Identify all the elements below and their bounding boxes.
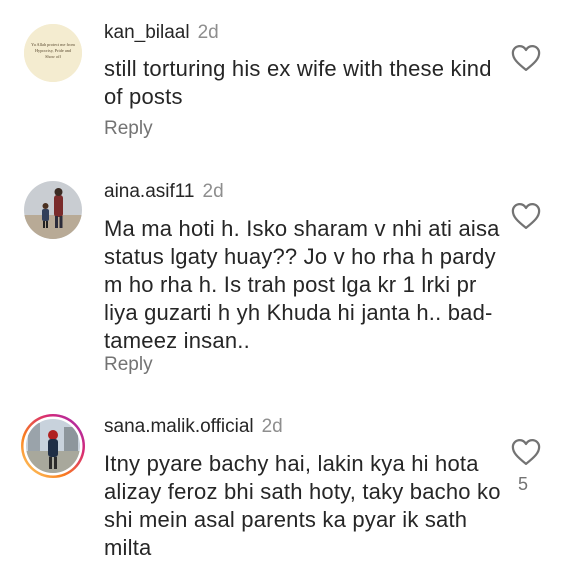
- username[interactable]: aina.asif11: [104, 181, 195, 202]
- username[interactable]: kan_bilaal: [104, 22, 190, 43]
- comment-text: Ma ma hoti h. Isko sharam v nhi ati aisa…: [104, 216, 500, 353]
- heart-outline-icon[interactable]: [511, 44, 541, 72]
- svg-text:Ya Allah protect me from: Ya Allah protect me from: [31, 42, 75, 47]
- comment-meta: kan_bilaal 2d: [104, 22, 219, 44]
- comment-meta: sana.malik.official 2d: [104, 416, 283, 438]
- username[interactable]: sana.malik.official: [104, 416, 254, 437]
- avatar[interactable]: Ya Allah protect me from Hypocrisy, Prid…: [24, 24, 82, 82]
- avatar[interactable]: [24, 181, 82, 239]
- comment-text: Itny pyare bachy hai, lakin kya hi hota …: [104, 451, 501, 560]
- reply-button[interactable]: Reply: [104, 354, 153, 376]
- avatar-story-ring[interactable]: [20, 413, 86, 479]
- timestamp: 2d: [261, 416, 283, 437]
- svg-text:Show off: Show off: [45, 54, 61, 59]
- like-count: 5: [518, 474, 529, 494]
- reply-button[interactable]: Reply: [104, 118, 153, 140]
- comment-meta: aina.asif11 2d: [104, 181, 224, 203]
- timestamp: 2d: [202, 181, 224, 202]
- heart-outline-icon[interactable]: [511, 438, 541, 466]
- avatar-image: [21, 414, 85, 478]
- timestamp: 2d: [197, 22, 219, 43]
- heart-outline-icon[interactable]: [511, 202, 541, 230]
- comment-text: still torturing his ex wife with these k…: [104, 56, 492, 109]
- avatar-image: Ya Allah protect me from Hypocrisy, Prid…: [24, 24, 82, 82]
- avatar-image: [24, 181, 82, 239]
